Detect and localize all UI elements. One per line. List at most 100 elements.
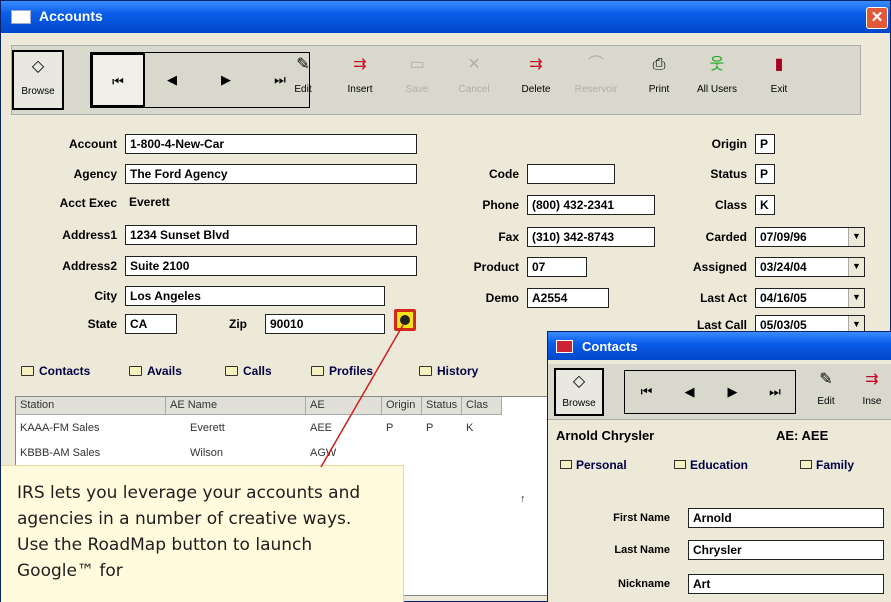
exit-button[interactable]: ▮ Exit	[754, 50, 804, 110]
folder-icon	[560, 460, 572, 469]
table-cell[interactable]: Wilson	[186, 447, 227, 459]
cancel-button[interactable]: ✕ Cancel	[451, 50, 497, 110]
table-cell[interactable]: KAAA-FM Sales	[16, 422, 103, 434]
address1-label: Address1	[62, 228, 117, 242]
last-act-label: Last Act	[700, 291, 747, 305]
cancel-icon: ✕	[467, 56, 481, 73]
chevron-down-icon[interactable]: ▼	[848, 258, 864, 276]
save-button[interactable]: ▭ Save	[394, 50, 440, 110]
folder-icon	[129, 366, 142, 376]
nickname-label: Nickname	[618, 578, 670, 590]
contacts-browse-button[interactable]: ◇ Browse	[554, 368, 604, 416]
product-field[interactable]: 07	[527, 257, 587, 277]
first-name-field[interactable]: Arnold	[688, 508, 884, 528]
status-field[interactable]: P	[755, 164, 775, 184]
roadmap-button[interactable]	[394, 309, 416, 331]
address2-field[interactable]: Suite 2100	[125, 256, 417, 276]
next-record-button[interactable]: ▶	[711, 371, 754, 413]
code-field[interactable]	[527, 164, 615, 184]
print-icon: ⎙	[652, 56, 666, 73]
nickname-field[interactable]: Art	[688, 574, 884, 594]
tab-family[interactable]: Family	[800, 458, 854, 472]
last-record-button[interactable]: ⏭	[754, 371, 796, 413]
print-button[interactable]: ⎙ Print	[634, 50, 684, 110]
contact-header: Arnold Chrysler AE: AEE	[556, 428, 886, 443]
assigned-label: Assigned	[692, 260, 747, 274]
last-call-label: Last Call	[696, 318, 747, 332]
demo-field[interactable]: A2554	[527, 288, 609, 308]
insert-icon: ⇉	[353, 56, 367, 73]
fax-label: Fax	[498, 230, 519, 244]
users-icon: 웃	[709, 56, 725, 73]
toolbar: ◇ Browse ⏮ ◀ ▶ ⏭ ✎ Edit ⇉ Insert ▭ Save …	[11, 45, 861, 115]
folder-icon	[419, 366, 432, 376]
carded-value: 07/09/96	[760, 230, 807, 244]
edit-button[interactable]: ✎ Edit	[280, 50, 326, 110]
tip-callout: IRS lets you leverage your accounts and …	[1, 465, 404, 602]
last-name-field[interactable]: Chrysler	[688, 540, 884, 560]
grid-header-ae[interactable]: AE	[306, 397, 382, 415]
address1-field[interactable]: 1234 Sunset Blvd	[125, 225, 417, 245]
table-cell[interactable]: AGW	[306, 447, 340, 459]
table-cell[interactable]: KBBB-AM Sales	[16, 447, 104, 459]
account-field[interactable]: 1-800-4-New-Car	[125, 134, 417, 154]
assigned-select[interactable]: 03/24/04 ▼	[755, 257, 865, 277]
tab-education[interactable]: Education	[674, 458, 748, 472]
carded-select[interactable]: 07/09/96 ▼	[755, 227, 865, 247]
browse-button[interactable]: ◇ Browse	[12, 50, 64, 110]
grid-header-ae-name[interactable]: AE Name	[166, 397, 306, 415]
last-act-select[interactable]: 04/16/05 ▼	[755, 288, 865, 308]
browse-icon: ◇	[31, 58, 45, 75]
tab-profiles[interactable]: Profiles	[311, 364, 373, 378]
zip-label: Zip	[229, 317, 247, 331]
prev-record-button[interactable]: ◀	[145, 53, 199, 107]
reservoir-icon: ⌒	[587, 56, 604, 73]
close-button[interactable]: ✕	[866, 7, 888, 29]
all-users-button[interactable]: 웃 All Users	[689, 50, 745, 110]
phone-label: Phone	[482, 198, 519, 212]
phone-field[interactable]: (800) 432-2341	[527, 195, 655, 215]
folder-icon	[800, 460, 812, 469]
next-record-button[interactable]: ▶	[199, 53, 253, 107]
delete-button[interactable]: ⇉ Delete	[508, 50, 564, 110]
table-cell[interactable]: P	[422, 422, 437, 434]
title-bar: Accounts ✕	[1, 1, 890, 33]
agency-field[interactable]: The Ford Agency	[125, 164, 417, 184]
reservoir-button[interactable]: ⌒ Reservoir	[568, 50, 624, 110]
city-field[interactable]: Los Angeles	[125, 286, 385, 306]
tab-contacts[interactable]: Contacts	[21, 364, 90, 378]
chevron-down-icon[interactable]: ▼	[848, 289, 864, 307]
tab-avails[interactable]: Avails	[129, 364, 182, 378]
insert-button[interactable]: ⇉ Insert	[337, 50, 383, 110]
state-label: State	[87, 317, 117, 331]
agency-label: Agency	[73, 167, 117, 181]
first-record-button[interactable]: ⏮	[625, 371, 668, 413]
contact-ae: AE: AEE	[776, 428, 829, 443]
grid-header-origin[interactable]: Origin	[382, 397, 422, 415]
table-cell[interactable]: P	[382, 422, 397, 434]
table-cell[interactable]: Everett	[186, 422, 229, 434]
tab-personal[interactable]: Personal	[560, 458, 627, 472]
grid-header-status[interactable]: Status	[422, 397, 462, 415]
assigned-value: 03/24/04	[760, 260, 807, 274]
tab-history[interactable]: History	[419, 364, 478, 378]
contacts-edit-button[interactable]: ✎ Edit	[804, 368, 848, 416]
table-cell[interactable]: AEE	[306, 422, 336, 434]
grid-header-class[interactable]: Clas	[462, 397, 502, 415]
class-field[interactable]: K	[755, 195, 775, 215]
first-record-button[interactable]: ⏮	[91, 53, 145, 107]
tab-calls[interactable]: Calls	[225, 364, 272, 378]
origin-field[interactable]: P	[755, 134, 775, 154]
contacts-toolbar: ◇ Browse ⏮ ◀ ▶ ⏭ ✎ Edit ⇉ Inse	[548, 364, 891, 420]
table-cell[interactable]: K	[462, 422, 477, 434]
chevron-down-icon[interactable]: ▼	[848, 228, 864, 246]
grid-header-station[interactable]: Station	[16, 397, 166, 415]
zip-field[interactable]: 90010	[265, 314, 385, 334]
origin-label: Origin	[711, 137, 747, 151]
city-label: City	[94, 289, 117, 303]
fax-field[interactable]: (310) 342-8743	[527, 227, 655, 247]
contacts-insert-button[interactable]: ⇉ Inse	[852, 368, 891, 416]
insert-icon: ⇉	[865, 371, 879, 388]
prev-record-button[interactable]: ◀	[668, 371, 711, 413]
state-field[interactable]: CA	[125, 314, 177, 334]
